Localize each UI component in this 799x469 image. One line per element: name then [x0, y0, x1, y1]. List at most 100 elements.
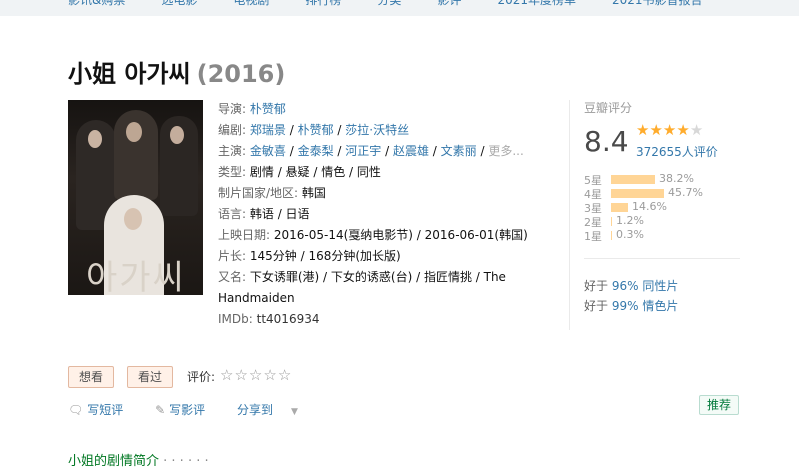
rating-bar-row: 4星 45.7% — [584, 186, 744, 201]
better-than: 好于 96% 同性片 好于 99% 情色片 — [584, 276, 678, 316]
nav-item[interactable]: 影评 — [437, 0, 461, 8]
rating-bar-pct: 0.3% — [616, 228, 644, 241]
synopsis-dots: · · · · · · — [163, 454, 209, 469]
star-outline-icon[interactable]: ☆ — [234, 366, 248, 384]
synopsis-heading: 小姐的剧情简介 · · · · · · — [68, 450, 209, 469]
writer-label: 编剧: — [218, 123, 247, 137]
runtime-value: 145分钟 / 168分钟(加长版) — [249, 249, 401, 263]
cast-more-link[interactable]: 更多... — [488, 144, 523, 158]
watched-button[interactable]: 看过 — [127, 366, 174, 388]
aka-label: 又名: — [218, 270, 247, 284]
writer-link[interactable]: 郑瑞景 — [250, 123, 286, 137]
share-label: 分享到 — [236, 403, 273, 417]
rate-label: 评价: — [187, 370, 216, 384]
aka-value-continued: Handmaiden — [218, 291, 295, 305]
nav-item[interactable]: 排行榜 — [305, 0, 341, 8]
rating-stars: ★★★★★ — [636, 121, 703, 139]
country-label: 制片国家/地区: — [218, 186, 299, 200]
review-link[interactable]: ✎ 写影评 — [155, 403, 219, 417]
cast-link[interactable]: 金敏喜 — [250, 144, 286, 158]
rating-bar-pct: 45.7% — [668, 186, 703, 199]
chevron-down-icon: ▼ — [291, 407, 298, 417]
country-row: 制片国家/地区: 韩国 — [218, 183, 553, 204]
action-links: 🗨 写短评 ✎ 写影评 分享到 ▼ — [68, 401, 326, 418]
rating-count-link[interactable]: 372655人评价 — [636, 143, 718, 160]
star-outline-icon[interactable]: ☆ — [263, 366, 277, 384]
rating-bar-row: 5星 38.2% — [584, 172, 744, 187]
rate-stars-input[interactable]: ☆☆☆☆☆ — [220, 366, 292, 384]
cast-row: 主演: 金敏喜 / 金泰梨 / 河正宇 / 赵震雄 / 文素丽 / 更多... — [218, 144, 524, 158]
nav-item[interactable]: 影讯&购票 — [68, 0, 125, 8]
imdb-label: IMDb: — [218, 312, 253, 326]
rating-label: 豆瓣评分 — [584, 101, 633, 115]
director-link[interactable]: 朴赞郁 — [250, 102, 286, 116]
better-than-pct[interactable]: 96% — [612, 279, 639, 293]
runtime-label: 片长: — [218, 249, 247, 263]
star-outline-icon[interactable]: ☆ — [220, 366, 234, 384]
top-nav: 影讯&购票 选电影 电视剧 排行榜 分类 影评 2021年度榜单 2021书影音… — [0, 0, 799, 16]
director-row: 导演: 朴赞郁 — [218, 99, 553, 120]
star-filled-icon: ★ — [662, 121, 677, 139]
star-outline-icon[interactable]: ☆ — [278, 366, 292, 384]
nav-item[interactable]: 选电影 — [161, 0, 197, 8]
rating-bar — [611, 231, 612, 240]
star-filled-icon: ★ — [676, 121, 690, 139]
divider — [569, 100, 570, 330]
cast-link[interactable]: 赵震雄 — [393, 144, 429, 158]
nav-item[interactable]: 2021书影音报告 — [612, 0, 703, 8]
aka-row: 又名: 下女诱罪(港) / 下女的诱惑(台) / 指匠情挑 / The — [218, 267, 553, 288]
director-label: 导演: — [218, 102, 247, 116]
pencil-icon: ✎ — [155, 403, 166, 417]
cast-link[interactable]: 河正宇 — [345, 144, 381, 158]
star-outline-icon[interactable]: ☆ — [249, 366, 263, 384]
star-empty-icon: ★ — [689, 121, 704, 139]
language-label: 语言: — [218, 207, 247, 221]
better-than-genre[interactable]: 同性片 — [642, 279, 678, 293]
recommend-button[interactable]: 推荐 — [699, 395, 740, 415]
runtime-row: 片长: 145分钟 / 168分钟(加长版) — [218, 246, 553, 267]
poster-face — [126, 122, 142, 142]
movie-poster[interactable]: 아가씨 — [68, 100, 203, 295]
review-label: 写影评 — [169, 403, 206, 417]
better-than-genre[interactable]: 情色片 — [642, 299, 678, 313]
better-than-row: 好于 99% 情色片 — [584, 296, 678, 316]
short-review-link[interactable]: 🗨 写短评 — [68, 403, 137, 417]
nav-item[interactable]: 分类 — [377, 0, 401, 8]
share-dropdown[interactable]: 分享到 ▼ — [237, 403, 312, 417]
writer-link[interactable]: 朴赞郁 — [298, 123, 334, 137]
rating-panel: 豆瓣评分 8.4 ★★★★★ 372655人评价 — [584, 99, 744, 159]
better-than-prefix: 好于 — [584, 299, 609, 313]
cast-label: 主演: — [218, 144, 247, 158]
cast-link[interactable]: 文素丽 — [441, 144, 477, 158]
better-than-pct[interactable]: 99% — [612, 299, 639, 313]
rating-score: 8.4 — [584, 125, 629, 158]
aka-row-continued: Handmaiden — [218, 288, 553, 309]
rating-bar — [611, 175, 655, 184]
rating-bar — [611, 203, 628, 212]
rating-bar — [611, 217, 612, 226]
movie-year: (2016) — [196, 60, 286, 88]
nav-item[interactable]: 2021年度榜单 — [497, 0, 576, 8]
writer-row: 编剧: 郑瑞景 / 朴赞郁 / 莎拉·沃特丝 — [218, 123, 410, 137]
rating-bar-pct: 14.6% — [632, 200, 667, 213]
movie-title: 小姐 아가씨 — [68, 60, 191, 88]
writer-link[interactable]: 莎拉·沃特丝 — [345, 123, 409, 137]
release-label: 上映日期: — [218, 228, 271, 242]
genre-label: 类型: — [218, 165, 247, 179]
rating-bar-row: 2星 1.2% — [584, 214, 744, 229]
star-filled-icon: ★ — [649, 121, 663, 139]
poster-face — [124, 208, 142, 230]
short-review-label: 写短评 — [87, 403, 124, 417]
want-to-watch-button[interactable]: 想看 — [68, 366, 115, 388]
country-value: 韩国 — [301, 186, 326, 200]
genre-row: 类型: 剧情 / 悬疑 / 情色 / 同性 — [218, 162, 553, 183]
rating-bar-pct: 38.2% — [659, 172, 694, 185]
language-value: 韩语 / 日语 — [249, 207, 310, 221]
movie-info: 导演: 朴赞郁 编剧: 郑瑞景 / 朴赞郁 / 莎拉·沃特丝 主演: 金敏喜 /… — [218, 99, 553, 330]
rating-bar-pct: 1.2% — [616, 214, 644, 227]
cast-link[interactable]: 金泰梨 — [298, 144, 334, 158]
star-filled-icon: ★ — [636, 121, 650, 139]
better-than-prefix: 好于 — [584, 279, 609, 293]
nav-item[interactable]: 电视剧 — [233, 0, 269, 8]
synopsis-title: 小姐的剧情简介 — [68, 454, 160, 469]
